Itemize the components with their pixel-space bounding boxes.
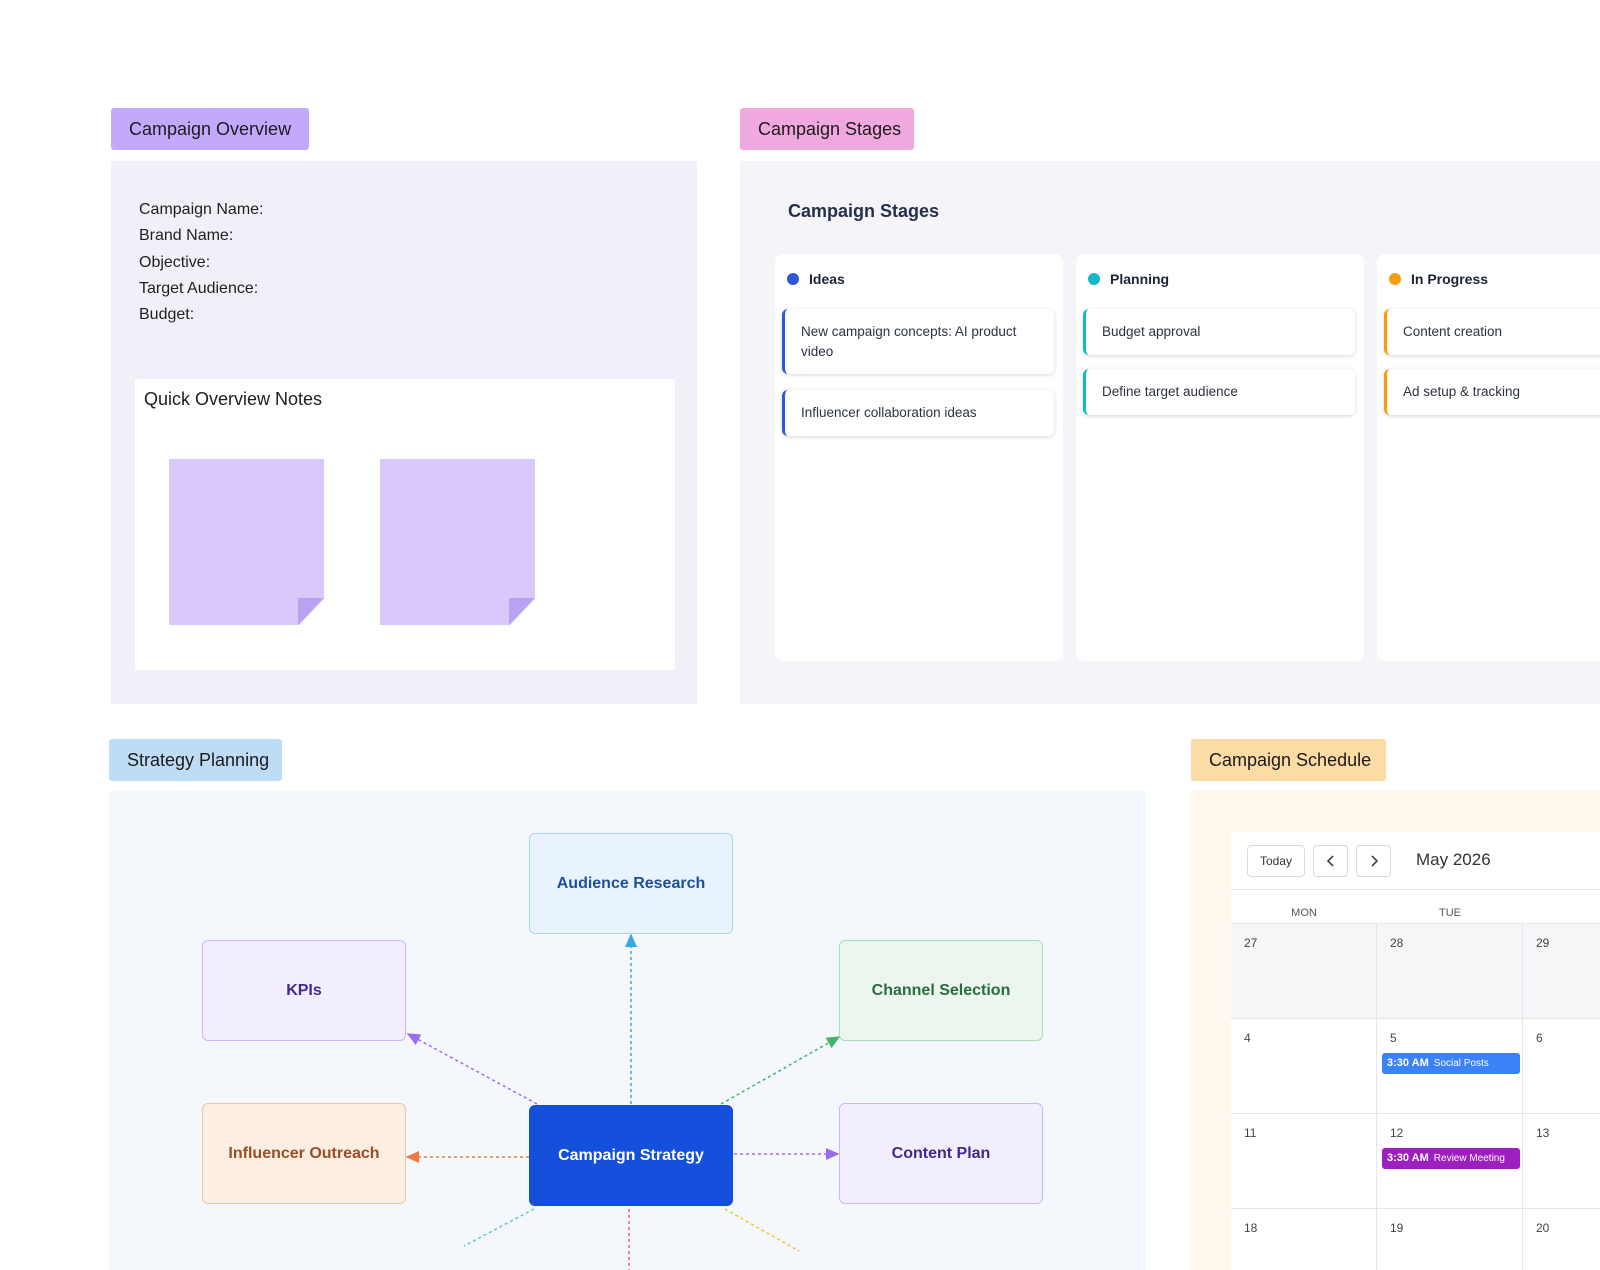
strategy-planning-label: Strategy Planning [109,739,282,781]
campaign-strategy-center-node[interactable]: Campaign Strategy [529,1105,733,1206]
day-number: 18 [1244,1221,1258,1235]
campaign-name-field[interactable]: Campaign Name: [139,197,264,223]
status-dot-icon [787,273,799,285]
today-button[interactable]: Today [1247,845,1305,877]
stage-column-in-progress: In Progress Content creation Ad setup & … [1377,254,1600,661]
prev-month-button[interactable] [1313,845,1348,877]
audience-research-node[interactable]: Audience Research [529,833,733,934]
stage-name: Ideas [809,271,845,287]
status-dot-icon [1088,273,1100,285]
calendar-day-cell[interactable]: 4 [1231,1019,1377,1114]
day-number: 6 [1536,1031,1543,1045]
day-number: 28 [1390,936,1404,950]
calendar-month-title: May 2026 [1416,850,1491,869]
content-plan-node[interactable]: Content Plan [839,1103,1043,1204]
target-audience-field[interactable]: Target Audience: [139,276,264,302]
calendar-day-cell[interactable]: 28 [1377,924,1523,1019]
budget-field[interactable]: Budget: [139,302,264,328]
notes-title: Quick Overview Notes [144,389,323,409]
day-number: 20 [1536,1221,1550,1235]
calendar-event[interactable]: 3:30 AM Social Posts [1382,1053,1520,1074]
calendar-divider [1231,889,1600,890]
influencer-outreach-node[interactable]: Influencer Outreach [202,1103,406,1204]
day-number: 19 [1390,1221,1404,1235]
stage-card[interactable]: New campaign concepts: AI product video [782,309,1054,374]
brand-name-field[interactable]: Brand Name: [139,223,264,249]
day-number: 5 [1390,1031,1397,1045]
connector-kpis [406,1033,538,1105]
day-of-week-header: MON [1291,907,1317,919]
calendar-day-cell[interactable]: 27 [1231,924,1377,1019]
stage-card[interactable]: Budget approval [1083,309,1355,355]
stages-board-title: Campaign Stages [788,201,940,221]
chevron-left-icon [1326,855,1334,867]
calendar-day-cell[interactable]: 29 [1523,924,1600,1019]
stage-column-ideas: Ideas New campaign concepts: AI product … [775,254,1063,661]
stage-card[interactable]: Define target audience [1083,369,1355,415]
stage-header: Planning [1088,271,1169,287]
day-number: 13 [1536,1126,1550,1140]
stage-column-planning: Planning Budget approval Define target a… [1076,254,1364,661]
calendar-day-cell[interactable]: 19 [1377,1209,1523,1270]
day-number: 27 [1244,936,1258,950]
stage-header: Ideas [787,271,845,287]
event-time: 3:30 AM [1387,1152,1429,1164]
calendar: Today May 2026 MON TUE 27 28 29 4 5 3:30… [1231,832,1600,1270]
connector-channel [720,1036,841,1105]
campaign-stages-label: Campaign Stages [740,108,914,150]
calendar-day-cell[interactable]: 6 [1523,1019,1600,1114]
calendar-day-cell[interactable]: 11 [1231,1114,1377,1209]
event-title: Review Meeting [1433,1153,1505,1164]
stage-card[interactable]: Ad setup & tracking [1384,369,1600,415]
campaign-stages-panel: Campaign Stages Ideas New campaign conce… [740,161,1600,704]
connector-lower-left [463,1208,535,1247]
channel-selection-node[interactable]: Channel Selection [839,940,1043,1041]
connector-lower-right [724,1208,800,1252]
day-number: 4 [1244,1031,1251,1045]
campaign-overview-label: Campaign Overview [111,108,309,150]
campaign-schedule-panel: Today May 2026 MON TUE 27 28 29 4 5 3:30… [1191,791,1600,1270]
calendar-day-cell[interactable]: 12 3:30 AM Review Meeting [1377,1114,1523,1209]
kpis-node[interactable]: KPIs [202,940,406,1041]
calendar-day-cell[interactable]: 5 3:30 AM Social Posts [1377,1019,1523,1114]
status-dot-icon [1389,273,1401,285]
quick-overview-notes-board: Quick Overview Notes [135,379,675,670]
event-time: 3:30 AM [1387,1057,1429,1069]
campaign-overview-panel: Campaign Name: Brand Name: Objective: Ta… [111,161,697,704]
calendar-day-cell[interactable]: 20 [1523,1209,1600,1270]
calendar-day-cell[interactable]: 18 [1231,1209,1377,1270]
stage-header: In Progress [1389,271,1488,287]
day-number: 11 [1244,1126,1257,1140]
objective-field[interactable]: Objective: [139,250,264,276]
overview-field-list: Campaign Name: Brand Name: Objective: Ta… [139,197,264,328]
day-of-week-header: TUE [1439,907,1461,919]
event-title: Social Posts [1433,1058,1489,1069]
stage-card[interactable]: Influencer collaboration ideas [782,390,1054,436]
next-month-button[interactable] [1356,845,1391,877]
day-number: 29 [1536,936,1550,950]
stage-card[interactable]: Content creation [1384,309,1600,355]
campaign-schedule-label: Campaign Schedule [1191,739,1386,781]
strategy-planning-panel: Audience Research KPIs Channel Selection… [109,791,1146,1270]
stage-name: Planning [1110,271,1170,287]
calendar-day-cell[interactable]: 13 [1523,1114,1600,1209]
day-number: 12 [1390,1126,1404,1140]
chevron-right-icon [1370,855,1378,867]
calendar-event[interactable]: 3:30 AM Review Meeting [1382,1148,1520,1169]
stage-name: In Progress [1411,271,1489,287]
